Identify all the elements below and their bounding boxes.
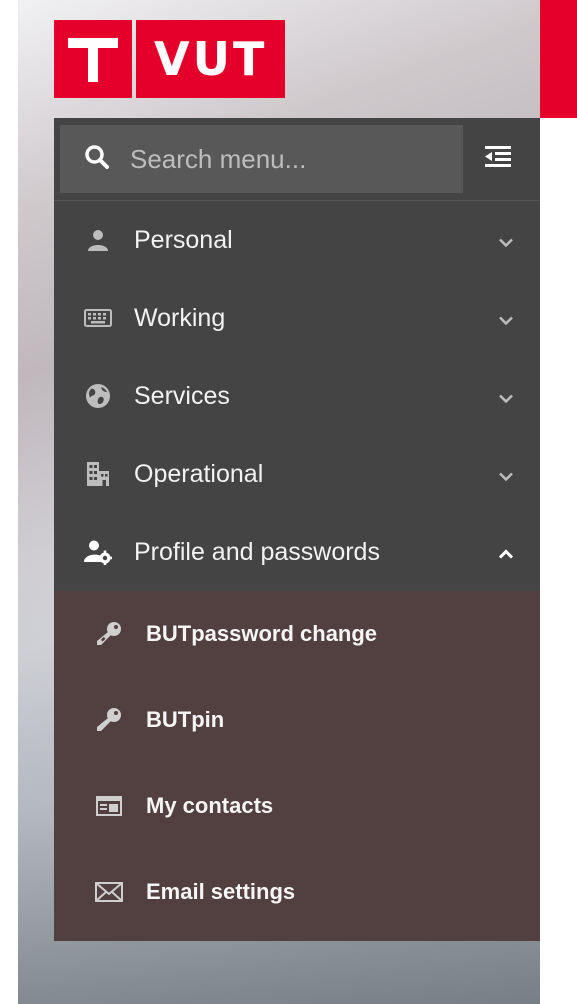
key-icon: [92, 621, 126, 647]
submenu-item-butpassword-change[interactable]: BUTpassword change: [54, 591, 540, 677]
contact-card-icon: [92, 796, 126, 816]
building-icon: [82, 461, 114, 487]
submenu-item-email-settings[interactable]: Email settings: [54, 849, 540, 935]
user-cog-icon: [82, 539, 114, 565]
globe-icon: [82, 383, 114, 409]
chevron-down-icon: [498, 460, 514, 489]
collapse-menu-button[interactable]: [463, 125, 534, 193]
submenu-item-my-contacts[interactable]: My contacts: [54, 763, 540, 849]
menu-item-label: Services: [134, 381, 230, 410]
keyboard-icon: [82, 309, 114, 327]
submenu-item-butpin[interactable]: BUTpin: [54, 677, 540, 763]
left-edge: [0, 0, 18, 1004]
submenu-item-label: My contacts: [146, 793, 274, 818]
menu-search-row: [54, 118, 540, 201]
menu-item-profile-and-passwords[interactable]: Profile and passwords: [54, 513, 540, 591]
user-icon: [82, 228, 114, 252]
logo-text: VUT: [136, 20, 286, 98]
logo-t-mark: [54, 20, 132, 98]
search-input[interactable]: [128, 142, 432, 176]
submenu-item-label: BUTpassword change: [146, 621, 378, 646]
search-icon: [84, 144, 110, 175]
search-box[interactable]: [60, 125, 463, 193]
collapse-menu-icon: [485, 145, 512, 173]
chevron-down-icon: [498, 226, 514, 255]
content-area: [540, 118, 577, 1004]
chevron-down-icon: [498, 304, 514, 333]
menu-item-services[interactable]: Services: [54, 357, 540, 435]
menu-item-operational[interactable]: Operational: [54, 435, 540, 513]
side-menu: Personal Working: [54, 118, 540, 941]
menu-item-label: Personal: [134, 225, 233, 254]
menu-item-personal[interactable]: Personal: [54, 201, 540, 279]
submenu-profile-and-passwords: BUTpassword change BUTpin My contacts Em…: [54, 591, 540, 941]
vut-logo[interactable]: VUT: [54, 20, 286, 98]
key-icon: [92, 707, 126, 733]
menu-item-label: Working: [134, 303, 226, 332]
menu-item-label: Profile and passwords: [134, 537, 380, 566]
chevron-down-icon: [498, 382, 514, 411]
envelope-icon: [92, 882, 126, 902]
chevron-up-icon: [498, 538, 514, 567]
menu-item-working[interactable]: Working: [54, 279, 540, 357]
header-accent: [540, 0, 577, 118]
submenu-item-label: Email settings: [146, 879, 296, 904]
submenu-item-label: BUTpin: [146, 707, 225, 732]
menu-item-label: Operational: [134, 459, 264, 488]
